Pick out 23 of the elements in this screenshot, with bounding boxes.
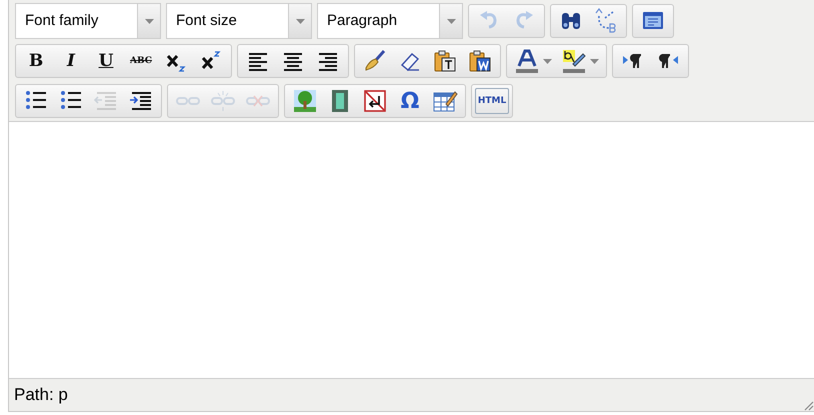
unlink-icon [210,88,236,114]
strikethrough-button[interactable]: ABC [124,46,158,76]
dropdown-value: Font size [175,11,238,31]
return-icon [362,88,388,114]
dropdown[interactable]: Font family [15,3,161,39]
clipboard-icon [467,48,493,74]
underline-button[interactable]: U [89,46,123,76]
dropdown-value: Paragraph [326,11,398,31]
resize-grip-icon[interactable] [802,399,814,411]
clipboard-icon [432,48,458,74]
italic-button[interactable]: I [54,46,88,76]
bold-button[interactable]: B [19,46,53,76]
element-path: Path: p [14,385,68,405]
highlighter-icon [561,48,587,74]
caret-icon [543,58,552,64]
dropdown[interactable]: Paragraph [317,3,463,39]
omega-button[interactable]: Ω [393,86,427,116]
dropdown-value: Font family [24,11,100,31]
caret-icon [590,58,599,64]
text-color-icon [514,48,540,74]
dropdown[interactable]: Font size [166,3,312,39]
tree-image-icon [292,88,318,114]
html-button[interactable]: HTML [475,88,509,114]
